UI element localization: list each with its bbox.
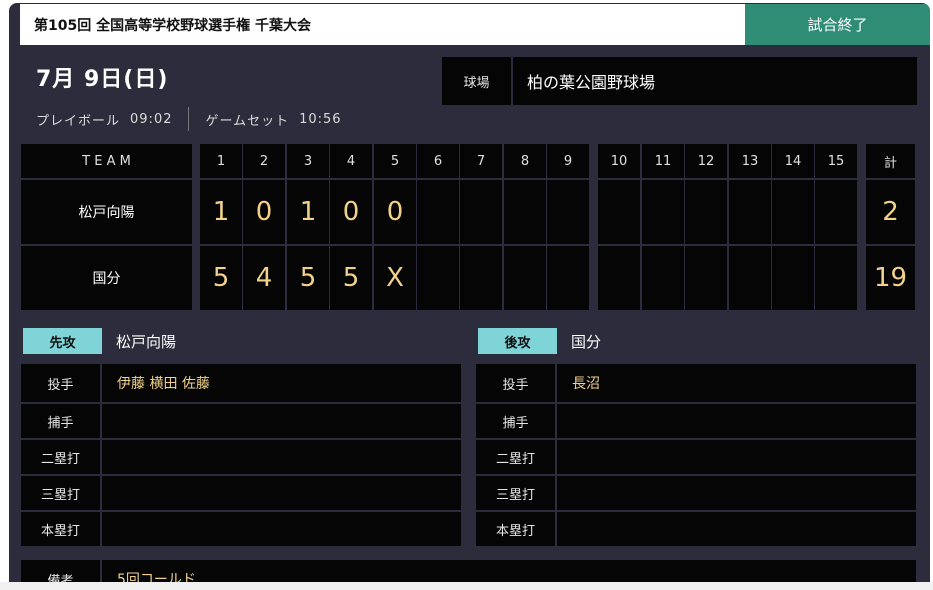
inning-score <box>417 246 459 310</box>
second-batting-tag: 後攻 <box>478 328 557 354</box>
inning-score <box>504 246 546 310</box>
inning-score: 1 <box>200 180 242 244</box>
inning-header: 14 <box>772 144 814 178</box>
inning-score: 0 <box>330 180 372 244</box>
venue-label: 球場 <box>442 57 511 105</box>
inning-header: 12 <box>685 144 727 178</box>
game-status-badge: 試合終了 <box>745 4 930 45</box>
first-batting-tag: 先攻 <box>23 328 102 354</box>
inning-score <box>417 180 459 244</box>
stat-value: 伊藤 横田 佐藤 <box>102 364 461 402</box>
inning-score: 0 <box>374 180 416 244</box>
stat-value <box>102 404 461 438</box>
venue-name: 柏の葉公園野球場 <box>513 57 917 105</box>
team-name: 松戸向陽 <box>21 180 192 244</box>
playball-time: 09:02 <box>130 111 173 127</box>
inning-score <box>642 246 684 310</box>
game-times: プレイボール 09:02 ゲームセット 10:56 <box>36 107 342 131</box>
stat-label: 投手 <box>21 364 100 402</box>
team-total: 19 <box>866 246 915 310</box>
inning-score: X <box>374 246 416 310</box>
inning-header: 15 <box>815 144 857 178</box>
gameset-time: 10:56 <box>299 111 342 127</box>
stat-value <box>557 440 916 474</box>
second-team-name: 国分 <box>571 333 602 351</box>
inning-header: 4 <box>330 144 372 178</box>
stat-value <box>557 404 916 438</box>
stat-label: 三塁打 <box>476 476 555 510</box>
inning-score <box>772 246 814 310</box>
stat-value <box>102 440 461 474</box>
inning-header: 7 <box>460 144 502 178</box>
game-date: 7月 9日(日) <box>36 67 169 92</box>
stat-value <box>102 476 461 510</box>
total-column-header: 計 <box>866 144 915 178</box>
inning-score <box>598 180 640 244</box>
stat-label: 三塁打 <box>21 476 100 510</box>
inning-header: 1 <box>200 144 242 178</box>
inning-score: 5 <box>287 246 329 310</box>
inning-score <box>772 180 814 244</box>
playball-label: プレイボール <box>36 113 121 129</box>
tournament-title: 第105回 全国高等学校野球選手権 千葉大会 <box>20 4 745 45</box>
inning-score <box>460 180 502 244</box>
inning-header: 11 <box>642 144 684 178</box>
inning-header: 9 <box>547 144 589 178</box>
inning-header: 6 <box>417 144 459 178</box>
page-bottom-edge <box>0 582 933 590</box>
inning-header: 10 <box>598 144 640 178</box>
inning-score <box>504 180 546 244</box>
inning-header: 8 <box>504 144 546 178</box>
stat-value <box>557 476 916 510</box>
stat-label: 投手 <box>476 364 555 402</box>
inning-score: 1 <box>287 180 329 244</box>
team-column-header: T E A M <box>21 144 192 178</box>
inning-score <box>642 180 684 244</box>
inning-score <box>815 246 857 310</box>
team-total: 2 <box>866 180 915 244</box>
inning-score: 0 <box>243 180 285 244</box>
inning-score <box>815 180 857 244</box>
inning-score: 5 <box>330 246 372 310</box>
inning-score <box>547 180 589 244</box>
inning-score <box>729 246 771 310</box>
stat-value: 長沼 <box>557 364 916 402</box>
inning-score <box>547 246 589 310</box>
time-divider <box>188 107 190 131</box>
stat-value <box>557 512 916 546</box>
inning-score <box>685 246 727 310</box>
stat-label: 二塁打 <box>21 440 100 474</box>
inning-header: 2 <box>243 144 285 178</box>
gameset-label: ゲームセット <box>205 113 290 129</box>
stat-label: 本塁打 <box>21 512 100 546</box>
inning-score <box>460 246 502 310</box>
inning-header: 5 <box>374 144 416 178</box>
scoreboard-panel: 第105回 全国高等学校野球選手権 千葉大会 試合終了 7月 9日(日) プレイ… <box>9 3 930 590</box>
inning-score: 4 <box>243 246 285 310</box>
inning-score <box>685 180 727 244</box>
inning-score <box>729 180 771 244</box>
team-name: 国分 <box>21 246 192 310</box>
inning-score: 5 <box>200 246 242 310</box>
first-team-name: 松戸向陽 <box>116 333 177 351</box>
inning-header: 13 <box>729 144 771 178</box>
stat-value <box>102 512 461 546</box>
header-bar: 第105回 全国高等学校野球選手権 千葉大会 試合終了 <box>9 3 930 45</box>
stat-label: 二塁打 <box>476 440 555 474</box>
stat-label: 捕手 <box>21 404 100 438</box>
inning-header: 3 <box>287 144 329 178</box>
inning-score <box>598 246 640 310</box>
stat-label: 捕手 <box>476 404 555 438</box>
stat-label: 本塁打 <box>476 512 555 546</box>
